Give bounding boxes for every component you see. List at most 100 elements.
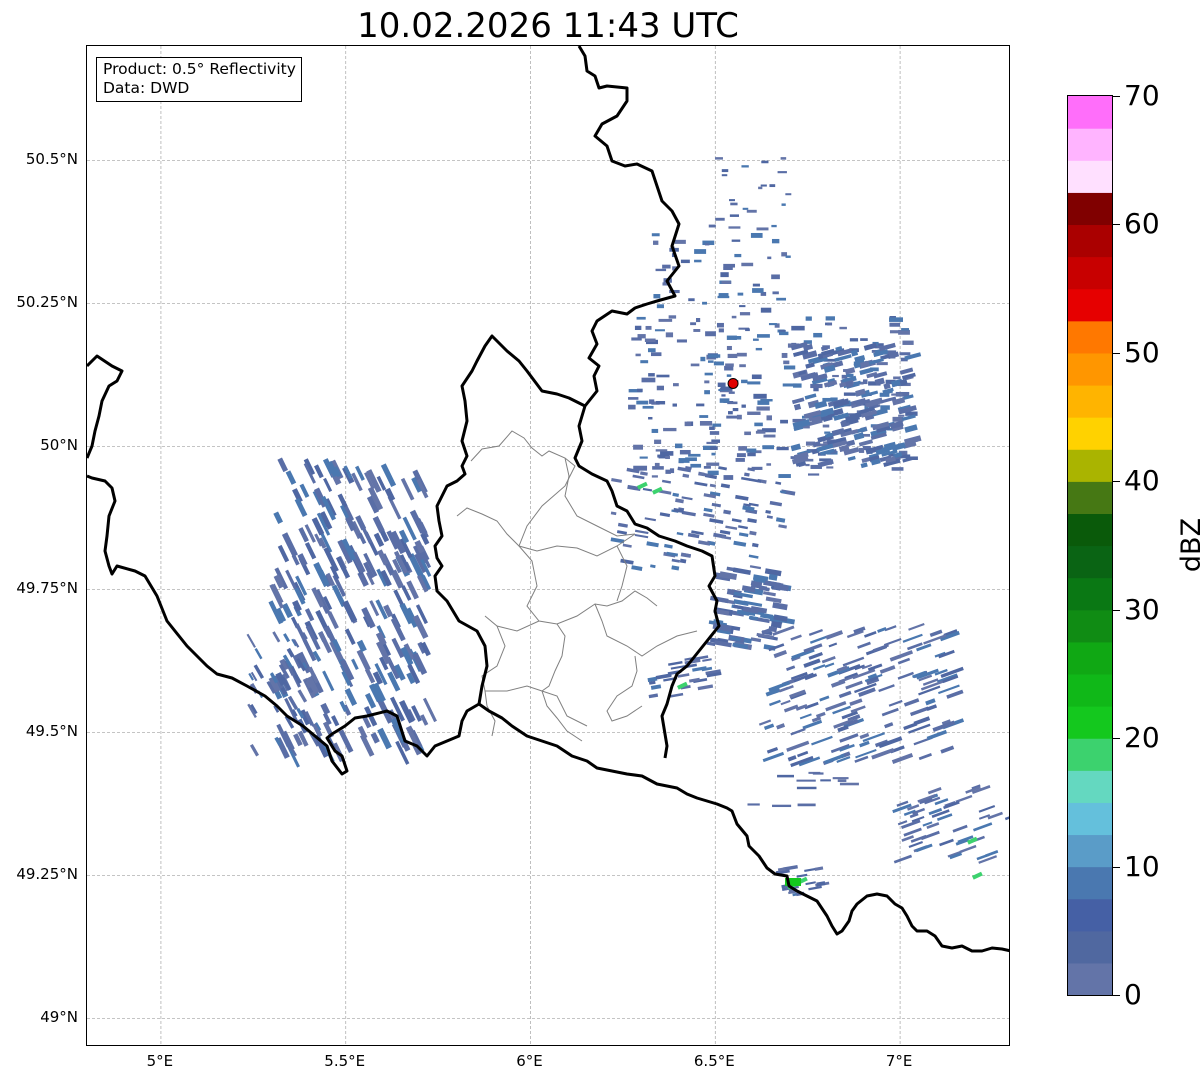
radar-echo — [703, 512, 715, 518]
radar-echo — [805, 463, 810, 467]
radar-echo — [344, 688, 358, 706]
radar-echo — [908, 841, 923, 848]
radar-echo — [694, 259, 702, 263]
radar-echo — [635, 353, 641, 357]
radar-echo — [704, 372, 713, 376]
radar-echo — [707, 360, 714, 363]
radar-echo — [778, 474, 791, 478]
radar-echo — [766, 463, 772, 466]
radar-echo — [756, 227, 769, 231]
radar-echo — [811, 735, 833, 746]
radar-site-dot[interactable] — [727, 377, 739, 389]
radar-map-canvas — [87, 46, 1009, 1045]
radar-echo — [741, 404, 746, 408]
radar-echo — [780, 419, 789, 424]
radar-echo — [820, 345, 829, 352]
radar-echo — [881, 707, 899, 717]
radar-echo — [304, 542, 317, 560]
radar-echo — [650, 564, 656, 569]
radar-echo — [714, 157, 723, 160]
colorbar-segment — [1068, 577, 1112, 611]
radar-echo — [876, 362, 888, 366]
colorbar-tick-label: 0 — [1124, 978, 1142, 1011]
colorbar-tick-mark — [1113, 224, 1120, 226]
radar-echo — [884, 722, 894, 729]
radar-echo — [791, 397, 805, 405]
radar-echo — [322, 670, 335, 692]
radar-echo — [752, 288, 764, 293]
radar-site-marker[interactable] — [727, 377, 739, 389]
radar-echo — [684, 421, 692, 427]
radar-echo — [805, 316, 812, 321]
lon-tick-label: 6.5°E — [693, 1052, 735, 1070]
radar-echo — [671, 558, 681, 563]
radar-echo — [778, 524, 787, 529]
radar-echo — [729, 199, 735, 202]
colorbar-segment — [1068, 641, 1112, 675]
radar-echo — [703, 507, 713, 513]
radar-echo — [710, 446, 718, 450]
radar-echo — [808, 652, 823, 660]
radar-echo — [757, 400, 770, 405]
colorbar-segment — [1068, 128, 1112, 161]
radar-echo — [709, 483, 716, 488]
radar-map[interactable] — [86, 45, 1010, 1046]
radar-echo — [384, 487, 396, 502]
radar-echo — [705, 331, 716, 337]
radar-echo — [678, 458, 690, 463]
radar-echo — [631, 565, 643, 571]
radar-echo — [734, 253, 742, 258]
radar-echo — [791, 325, 805, 331]
radar-echo — [277, 457, 289, 473]
radar-echo — [654, 439, 662, 444]
radar-echo — [913, 716, 931, 726]
border-belgium-netherlands-west — [87, 354, 124, 459]
radar-echo — [729, 214, 739, 217]
radar-echo — [903, 698, 920, 707]
radar-echo — [749, 530, 757, 536]
radar-echo — [845, 680, 863, 690]
radar-echo — [723, 263, 736, 268]
radar-echo — [756, 334, 770, 338]
radar-echo — [693, 329, 701, 332]
colorbar-segment — [1068, 866, 1112, 900]
radar-echo — [735, 458, 745, 462]
radar-echo — [772, 804, 792, 808]
radar-echo — [648, 693, 659, 699]
radar-echo — [655, 400, 666, 405]
radar-echo — [758, 186, 763, 190]
radar-echo — [731, 239, 741, 242]
radar-echo — [902, 340, 914, 345]
colorbar-segment — [1068, 449, 1112, 482]
radar-echo — [299, 483, 310, 498]
radar-echo — [766, 746, 779, 754]
radar-echo — [377, 727, 392, 750]
radar-echo — [816, 881, 826, 887]
radar-echo — [664, 543, 673, 549]
radar-echo — [776, 297, 787, 301]
radar-echo — [820, 779, 831, 782]
radar-echo — [780, 699, 791, 706]
radar-echo — [709, 541, 716, 546]
radar-echo — [771, 238, 780, 244]
radar-echo — [744, 431, 751, 436]
radar-echo — [610, 511, 617, 516]
radar-echo — [356, 639, 367, 653]
lat-tick-label: 49.5°N — [25, 722, 78, 741]
radar-echo — [747, 411, 761, 415]
radar-echo — [879, 665, 896, 674]
radar-echo — [747, 517, 757, 524]
radar-echo — [741, 165, 749, 168]
radar-echo — [640, 360, 649, 364]
radar-echo — [767, 256, 772, 260]
product-info-box: Product: 0.5° Reflectivity Data: DWD — [96, 57, 302, 102]
colorbar-segment — [1068, 673, 1112, 707]
radar-echo — [716, 322, 724, 328]
radar-echo — [720, 483, 731, 489]
colorbar-tick-mark — [1113, 609, 1120, 611]
colorbar-segment — [1068, 513, 1112, 547]
radar-echo — [673, 383, 679, 387]
radar-echo — [736, 352, 747, 357]
radar-echo — [821, 656, 836, 664]
radar-echo — [342, 600, 358, 623]
